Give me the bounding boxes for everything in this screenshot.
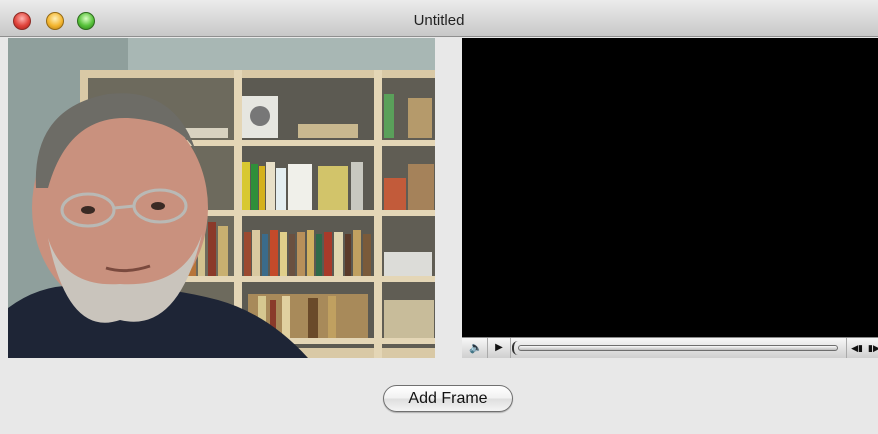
step-forward-icon[interactable]: ▮▶ [868, 340, 878, 356]
playback-track[interactable] [518, 345, 838, 351]
add-frame-button[interactable]: Add Frame [383, 385, 513, 412]
camera-image [8, 38, 435, 358]
controller-divider [846, 338, 847, 358]
movie-controller: 🔈 ▶ ◀▮ ▮▶ [462, 337, 878, 358]
camera-preview [8, 38, 435, 358]
speaker-icon[interactable]: 🔈 [465, 340, 487, 356]
window-title: Untitled [413, 12, 465, 29]
playhead-handle[interactable] [512, 341, 518, 355]
app-window: Untitled 🔈 ▶ ◀▮ ▮▶ Add Frame [0, 0, 878, 434]
title-bar[interactable]: Untitled [0, 0, 878, 37]
play-icon[interactable]: ▶ [490, 340, 508, 356]
movie-view[interactable] [462, 38, 878, 358]
step-back-icon[interactable]: ◀▮ [850, 340, 864, 356]
controller-divider [510, 338, 511, 358]
controller-divider [487, 338, 488, 358]
